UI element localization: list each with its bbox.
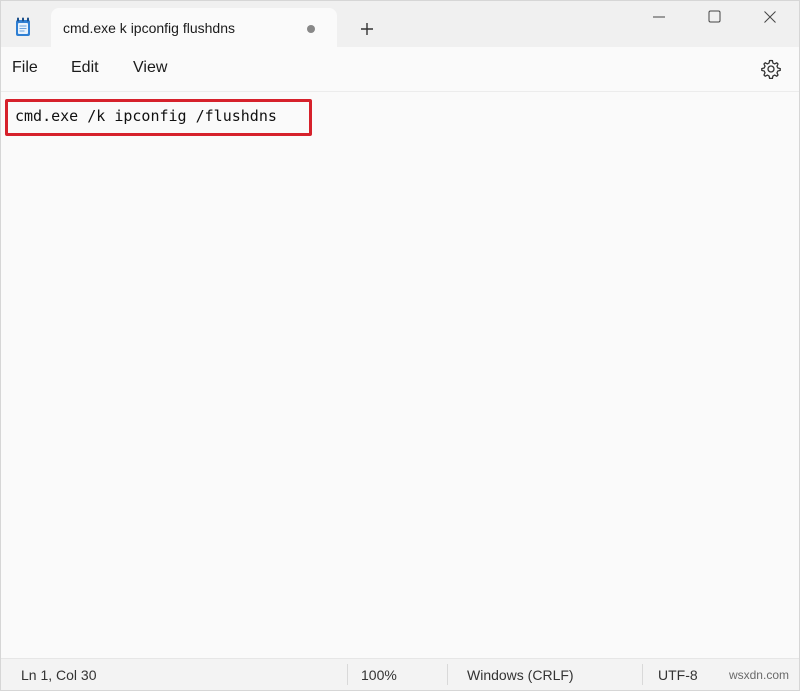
- menu-view[interactable]: View: [133, 59, 167, 77]
- watermark: wsxdn.com: [728, 668, 789, 682]
- menu-edit[interactable]: Edit: [71, 59, 99, 77]
- status-bar: Ln 1, Col 30 100% Windows (CRLF) UTF-8 w…: [1, 658, 799, 690]
- close-icon[interactable]: [756, 5, 784, 29]
- plus-icon[interactable]: [355, 17, 379, 41]
- gear-icon[interactable]: [759, 57, 783, 81]
- zoom-level[interactable]: 100%: [361, 667, 397, 683]
- menu-bar: File Edit View: [1, 47, 799, 92]
- status-divider: [347, 664, 348, 685]
- notepad-window: cmd.exe k ipconfig flushdns File Edit Vi…: [0, 0, 800, 691]
- maximize-icon[interactable]: [700, 5, 728, 29]
- text-editor[interactable]: cmd.exe /k ipconfig /flushdns: [1, 92, 799, 659]
- unsaved-indicator-icon[interactable]: [307, 25, 315, 33]
- menu-file[interactable]: File: [12, 59, 38, 77]
- status-divider: [642, 664, 643, 685]
- encoding[interactable]: UTF-8: [658, 667, 698, 683]
- line-ending[interactable]: Windows (CRLF): [467, 667, 574, 683]
- notepad-icon: [16, 17, 30, 36]
- minimize-icon[interactable]: [645, 5, 673, 29]
- cursor-position[interactable]: Ln 1, Col 30: [21, 667, 97, 683]
- tab-title: cmd.exe k ipconfig flushdns: [63, 20, 235, 36]
- editor-line-1[interactable]: cmd.exe /k ipconfig /flushdns: [15, 107, 277, 125]
- status-divider: [447, 664, 448, 685]
- tab-document[interactable]: cmd.exe k ipconfig flushdns: [51, 8, 337, 48]
- title-bar: cmd.exe k ipconfig flushdns: [1, 1, 799, 48]
